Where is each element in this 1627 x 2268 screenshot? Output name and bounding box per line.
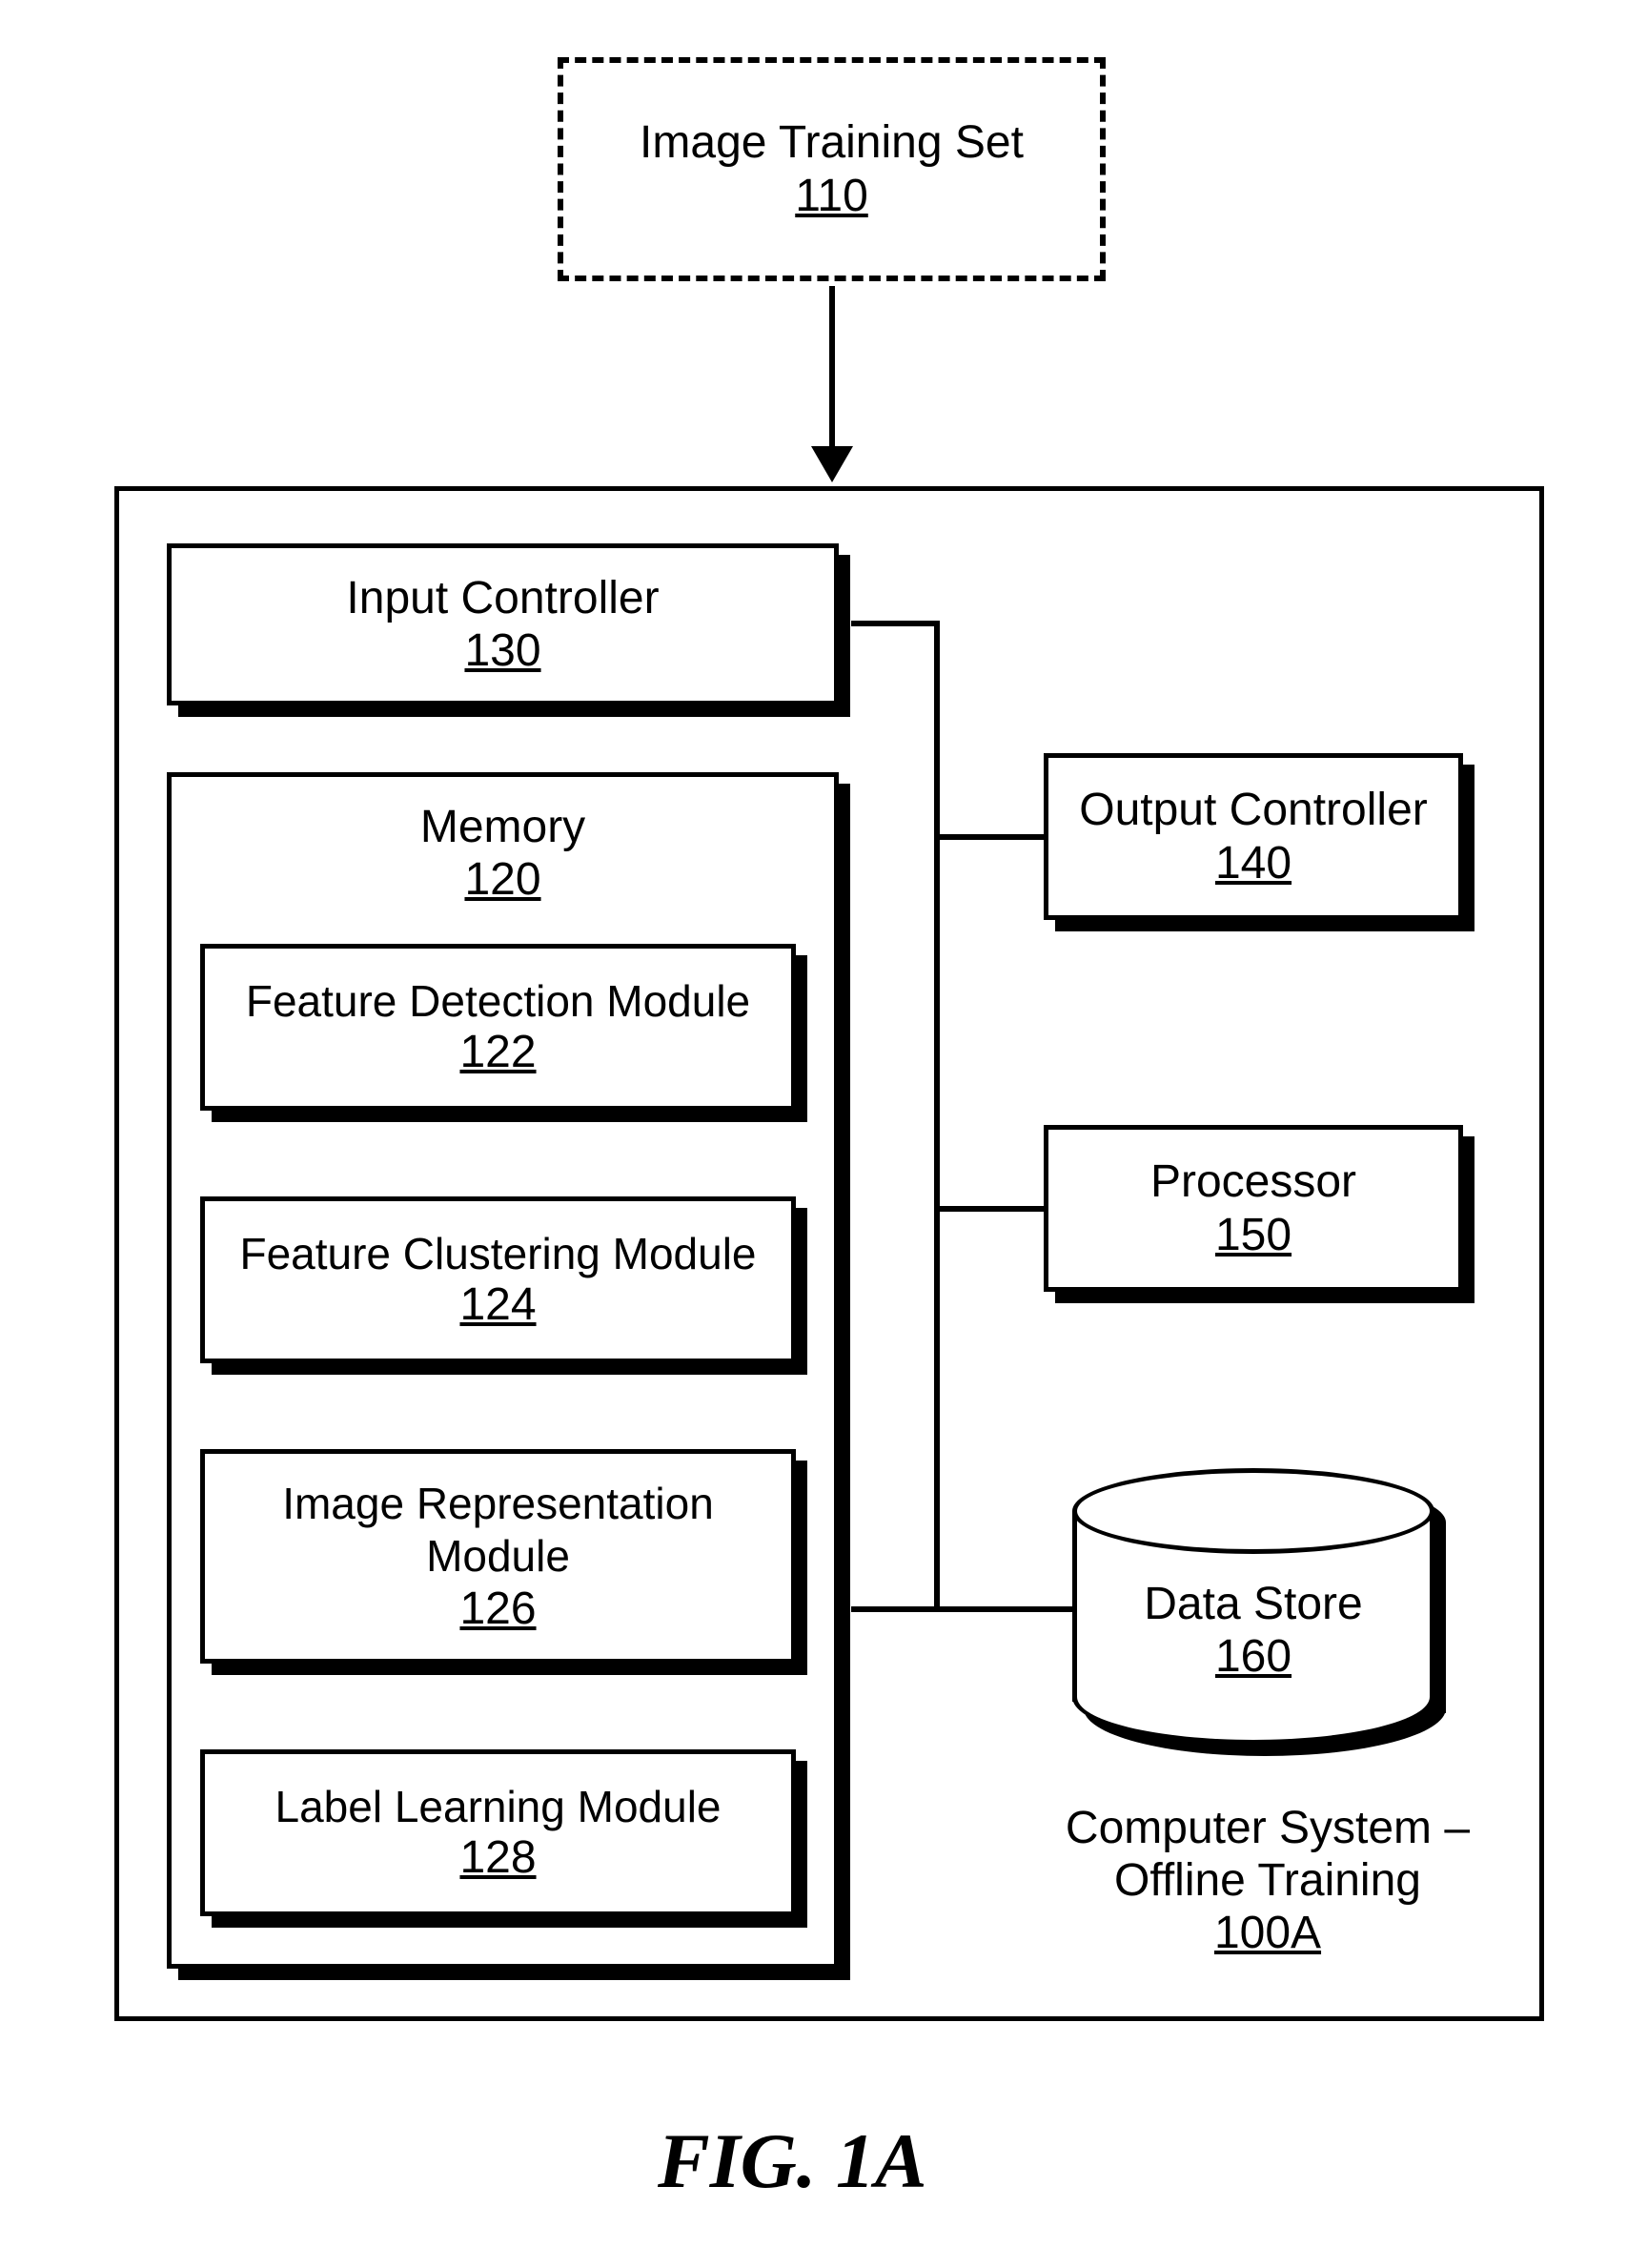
bus-from-input-controller	[851, 621, 939, 626]
system-num: 100A	[1029, 1907, 1506, 1959]
bus-to-processor	[934, 1206, 1044, 1212]
label-learning-box: Label Learning Module 128	[200, 1749, 796, 1916]
feature-clustering-label: Feature Clustering Module	[239, 1229, 756, 1279]
output-controller-num: 140	[1215, 837, 1291, 889]
bus-from-memory	[851, 1606, 939, 1612]
training-set-label: Image Training Set	[640, 116, 1024, 169]
label-learning-num: 128	[459, 1831, 536, 1884]
label-learning-label: Label Learning Module	[275, 1782, 721, 1832]
feature-detection-box: Feature Detection Module 122	[200, 944, 796, 1111]
arrow-trainingset-to-system	[829, 286, 835, 448]
bus-spine	[934, 621, 940, 1612]
feature-clustering-num: 124	[459, 1278, 536, 1331]
processor-label: Processor	[1150, 1155, 1356, 1208]
data-store-num: 160	[1072, 1630, 1434, 1683]
feature-clustering-box: Feature Clustering Module 124	[200, 1196, 796, 1363]
data-store-cylinder: Data Store 160	[1072, 1468, 1434, 1745]
system-label-group: Computer System – Offline Training 100A	[1029, 1802, 1506, 1959]
image-representation-label1: Image Representation	[282, 1478, 714, 1530]
figure-label: FIG. 1A	[658, 2116, 927, 2206]
image-representation-label2: Module	[426, 1530, 570, 1583]
bus-to-output-controller	[934, 834, 1044, 840]
processor-num: 150	[1215, 1209, 1291, 1261]
feature-detection-label: Feature Detection Module	[246, 976, 750, 1027]
output-controller-label: Output Controller	[1079, 784, 1428, 836]
data-store-label: Data Store	[1072, 1578, 1434, 1630]
memory-label: Memory	[172, 801, 834, 853]
output-controller-box: Output Controller 140	[1044, 753, 1463, 920]
arrowhead-trainingset-to-system	[811, 446, 853, 482]
input-controller-label: Input Controller	[346, 572, 659, 624]
image-representation-num: 126	[459, 1583, 536, 1635]
bus-to-data-store	[934, 1606, 1072, 1612]
feature-detection-num: 122	[459, 1026, 536, 1078]
training-set-box: Image Training Set 110	[558, 57, 1106, 281]
system-label-line1: Computer System –	[1029, 1802, 1506, 1854]
training-set-num: 110	[795, 170, 868, 222]
system-label-line2: Offline Training	[1029, 1854, 1506, 1907]
processor-box: Processor 150	[1044, 1125, 1463, 1292]
input-controller-box: Input Controller 130	[167, 543, 839, 705]
memory-num: 120	[172, 853, 834, 906]
image-representation-box: Image Representation Module 126	[200, 1449, 796, 1664]
input-controller-num: 130	[464, 624, 540, 677]
